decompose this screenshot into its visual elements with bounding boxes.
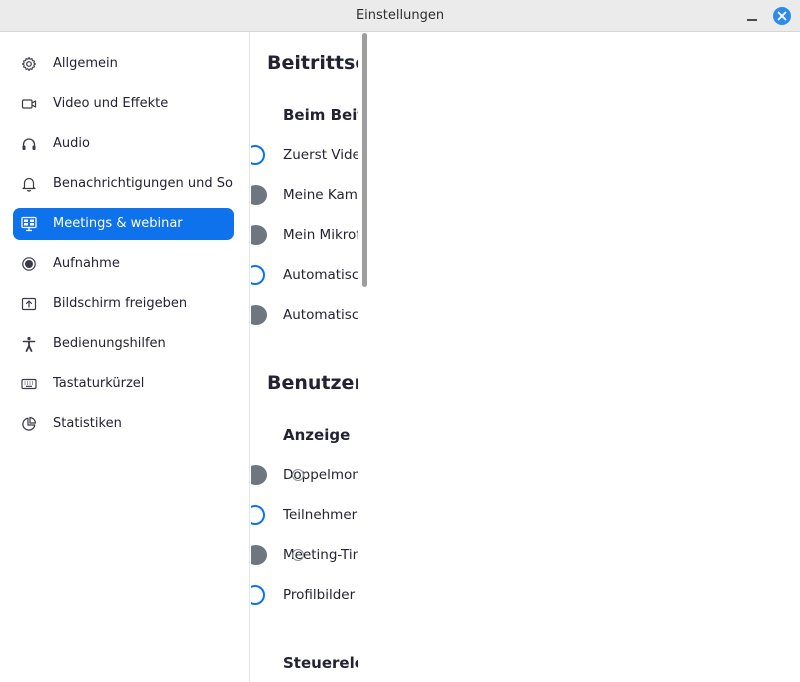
option-row[interactable]: Meine Kame <box>251 185 358 205</box>
option-label: Profilbilder <box>283 587 356 603</box>
meeting-screen-icon <box>21 216 37 232</box>
bell-icon <box>22 177 36 192</box>
vertical-scrollbar[interactable] <box>362 33 367 287</box>
close-button[interactable] <box>773 7 791 25</box>
option-label: Zuerst Video <box>283 147 358 163</box>
sidebar-item-label: Statistiken <box>53 416 122 431</box>
option-row[interactable]: Meeting-Tin <box>251 545 358 565</box>
sidebar-item-recording[interactable]: Aufnahme <box>13 248 234 280</box>
checkbox[interactable] <box>251 225 267 245</box>
sidebar-item-share-screen[interactable]: Bildschirm freigeben <box>13 288 234 320</box>
info-icon[interactable] <box>292 469 304 481</box>
subheading-display: Anzeige <box>283 426 351 444</box>
option-label: Automatisch <box>283 307 358 323</box>
sidebar-item-label: Aufnahme <box>53 256 120 271</box>
section-heading-user: Benutzere <box>267 372 358 394</box>
sidebar-item-video[interactable]: Video und Effekte <box>13 88 234 120</box>
checkbox[interactable] <box>251 265 265 285</box>
sidebar-item-label: Allgemein <box>53 56 118 71</box>
accessibility-icon <box>22 336 36 352</box>
checkbox[interactable] <box>251 465 267 485</box>
headphones-icon <box>22 138 36 150</box>
subheading-on-join: Beim Beit <box>283 106 358 124</box>
sidebar-item-label: Audio <box>53 136 90 151</box>
option-row[interactable]: Teilnehmern <box>251 505 358 525</box>
sidebar-item-meetings[interactable]: Meetings & webinar <box>13 208 234 240</box>
title-bar: Einstellungen <box>0 0 800 32</box>
sidebar-item-audio[interactable]: Audio <box>13 128 234 160</box>
option-row[interactable]: Doppelmon <box>251 465 358 485</box>
checkbox[interactable] <box>251 185 267 205</box>
option-row[interactable]: Automatisch <box>251 305 358 325</box>
option-label: Meine Kame <box>283 187 358 203</box>
window-title: Einstellungen <box>355 8 445 23</box>
option-row[interactable]: Profilbilder <box>251 585 358 605</box>
sidebar-item-label: Video und Effekte <box>53 96 169 111</box>
checkbox[interactable] <box>251 305 267 325</box>
option-row[interactable]: Mein Mikrof <box>251 225 358 245</box>
sidebar-item-label: Benachrichtigungen und So… <box>53 176 234 191</box>
share-screen-icon <box>21 297 37 311</box>
option-row[interactable]: Zuerst Video <box>251 145 358 165</box>
sidebar-item-notifications[interactable]: Benachrichtigungen und So… <box>13 168 234 200</box>
sidebar: Allgemein Video und Effekte Audio Benach… <box>0 32 250 682</box>
option-label: Teilnehmern <box>283 507 358 523</box>
pie-chart-icon <box>22 416 37 431</box>
sidebar-item-label: Bildschirm freigeben <box>53 296 188 311</box>
checkbox[interactable] <box>251 505 265 525</box>
option-label: Automatisch <box>283 267 358 283</box>
section-heading-join: Beitrittse <box>267 52 358 74</box>
option-label: Mein Mikrof <box>283 227 358 243</box>
checkbox[interactable] <box>251 545 267 565</box>
video-camera-icon <box>21 99 37 109</box>
keyboard-icon <box>21 378 37 390</box>
close-icon <box>777 11 787 21</box>
record-icon <box>22 257 36 271</box>
sidebar-item-shortcuts[interactable]: Tastaturkürzel <box>13 368 234 400</box>
minimize-button[interactable] <box>744 8 760 24</box>
checkbox[interactable] <box>251 585 265 605</box>
sidebar-item-label: Tastaturkürzel <box>53 376 145 391</box>
settings-content: Beitrittse Beim Beit Zuerst Video Meine … <box>251 32 358 682</box>
checkbox[interactable] <box>251 145 265 165</box>
sidebar-item-label: Meetings & webinar <box>53 216 183 231</box>
gear-icon <box>21 56 37 72</box>
sidebar-item-allgemein[interactable]: Allgemein <box>13 48 234 80</box>
option-row[interactable]: Automatisch <box>251 265 358 285</box>
subheading-controls: Steuerelem <box>283 654 358 672</box>
sidebar-item-label: Bedienungshilfen <box>53 336 166 351</box>
sidebar-item-accessibility[interactable]: Bedienungshilfen <box>13 328 234 360</box>
sidebar-item-statistics[interactable]: Statistiken <box>13 408 234 440</box>
info-icon[interactable] <box>292 549 304 561</box>
